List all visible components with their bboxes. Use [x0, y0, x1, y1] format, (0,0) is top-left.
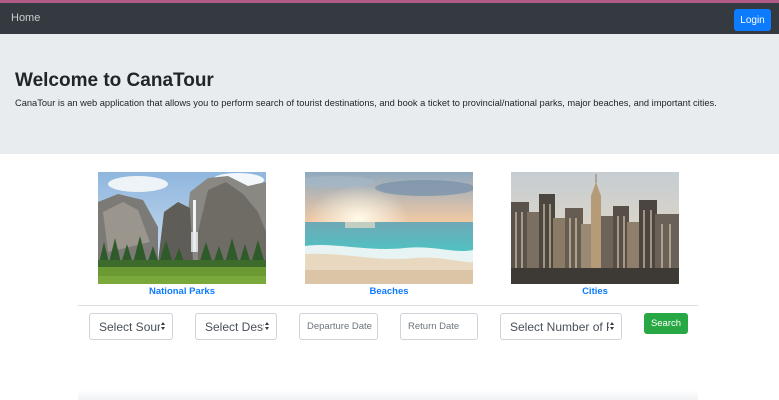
welcome-jumbotron: Welcome to CanaTour CanaTour is an web a…: [0, 34, 779, 154]
category-card-beaches: Beaches: [305, 172, 473, 297]
return-date-input[interactable]: [400, 313, 478, 340]
chevron-updown-icon: [609, 321, 616, 333]
beaches-link[interactable]: Beaches: [305, 286, 473, 297]
chevron-updown-icon: [160, 321, 167, 333]
departure-date-input[interactable]: [299, 313, 378, 340]
bottom-panel-shadow: [78, 390, 698, 400]
passengers-select-value: Select Number of Passengers: [510, 320, 611, 334]
cities-link[interactable]: Cities: [511, 286, 679, 297]
category-card-national-parks: National Parks: [98, 172, 266, 297]
source-select[interactable]: Select Source: [89, 313, 173, 340]
top-navbar: Home Login: [0, 3, 779, 34]
search-button[interactable]: Search: [644, 313, 688, 334]
destination-select-value: Select Destination: [205, 320, 266, 334]
nav-home-link[interactable]: Home: [11, 12, 40, 24]
city-skyline-photo[interactable]: [511, 172, 679, 284]
category-card-cities: Cities: [511, 172, 679, 297]
passengers-select[interactable]: Select Number of Passengers: [500, 313, 622, 340]
section-divider: [78, 305, 698, 306]
waterfall-valley-photo[interactable]: [98, 172, 266, 284]
source-select-value: Select Source: [99, 320, 163, 334]
destination-select[interactable]: Select Destination: [195, 313, 277, 340]
national-parks-link[interactable]: National Parks: [98, 286, 266, 297]
beach-sunset-photo[interactable]: [305, 172, 473, 284]
chevron-updown-icon: [264, 321, 271, 333]
intro-text: CanaTour is an web application that allo…: [15, 98, 717, 108]
login-button[interactable]: Login: [734, 9, 771, 31]
page-title: Welcome to CanaTour: [15, 70, 214, 91]
